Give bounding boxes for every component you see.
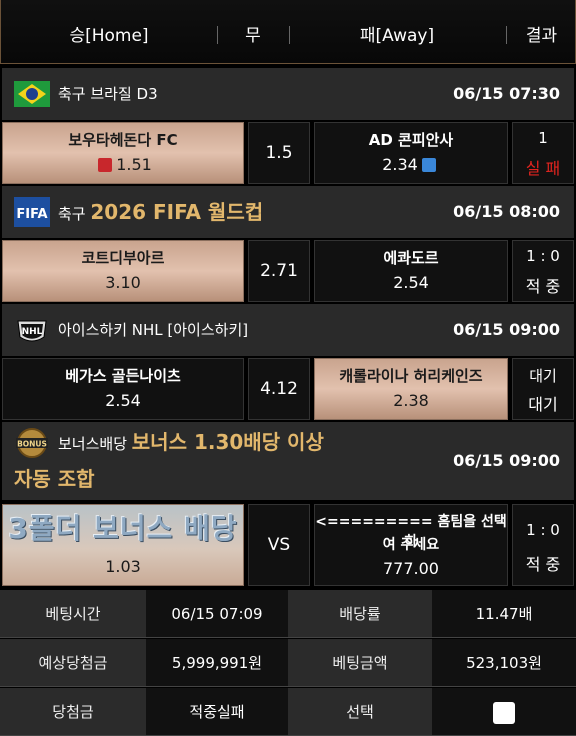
match-row: 코트디부아르 3.10 2.71 에콰도르 2.54 1 : 0 적 중	[0, 240, 576, 302]
league-name: 축구 2026 FIFA 월드컵	[58, 200, 264, 224]
away-odds: 2.54	[393, 273, 429, 292]
select-cell	[432, 688, 576, 736]
away-team-name: 에콰도르	[383, 249, 439, 267]
vs-label: VS	[248, 504, 310, 586]
header-result: 결과	[525, 26, 558, 46]
expected-winnings-label: 예상당첨금	[0, 639, 146, 687]
result-status: 대기	[528, 395, 558, 414]
draw-odds-button[interactable]: 4.12	[248, 358, 310, 420]
match-datetime: 06/15 09:00	[453, 320, 560, 339]
select-label: 선택	[288, 688, 432, 736]
fifa-logo-icon: FIFA	[14, 197, 50, 227]
league-name-continued: 자동 조합	[14, 467, 95, 491]
odds-down-icon	[421, 158, 436, 172]
bet-amount-value: 523,103원	[432, 639, 576, 687]
match-header: FIFA 축구 2026 FIFA 월드컵 06/15 08:00	[2, 186, 574, 238]
home-odds: 1.51	[116, 155, 152, 174]
league-name: 아이스하키 NHL [아이스하키]	[58, 321, 249, 339]
bet-summary: 베팅시간 06/15 07:09 배당률 11.47배 예상당첨금 5,999,…	[0, 590, 576, 736]
home-team-name: 베가스 골든나이츠	[65, 367, 181, 385]
bonus-banner: 3폴더 보너스 배당	[8, 512, 238, 545]
bet-time-value: 06/15 07:09	[146, 590, 288, 638]
home-team-name: 코트디부아르	[81, 249, 165, 267]
odds-up-icon	[98, 158, 113, 172]
match-row: 베가스 골든나이츠 2.54 4.12 캐롤라이나 허리케인즈 2.38 대기 …	[0, 358, 576, 420]
match-result: 대기 대기	[512, 358, 574, 420]
svg-text:FIFA: FIFA	[16, 207, 47, 222]
match-row: 보우타헤돈다 FC 1.51 1.5 AD 콘피안사 2.34 1 실 패	[0, 122, 576, 184]
draw-odds-button[interactable]: 2.71	[248, 240, 310, 302]
league-name: 축구 브라질 D3	[58, 85, 158, 103]
match-header: 축구 브라질 D3 06/15 07:30	[2, 68, 574, 120]
home-odds-button[interactable]: 베가스 골든나이츠 2.54	[2, 358, 244, 420]
match-row: 3폴더 보너스 배당 1.03 VS <========= 홈팀을 선택하 여 …	[0, 504, 576, 586]
away-team-name: AD 콘피안사	[368, 131, 454, 149]
odds-label: 배당률	[288, 590, 432, 638]
select-checkbox[interactable]	[493, 701, 515, 724]
svg-text:NHL: NHL	[22, 327, 43, 337]
league-name: 보너스배당 보너스 1.30배당 이상	[58, 430, 324, 454]
match-result: 1 : 0 적 중	[512, 504, 574, 586]
home-odds-button[interactable]: 3폴더 보너스 배당 1.03	[2, 504, 244, 586]
brazil-flag-icon	[14, 81, 50, 107]
match-datetime: 06/15 08:00	[453, 202, 560, 221]
result-status: 적 중	[525, 555, 561, 574]
home-odds-button[interactable]: 보우타헤돈다 FC 1.51	[2, 122, 244, 184]
table-header: 승[Home] 무 패[Away] 결과	[0, 0, 576, 64]
home-odds-button[interactable]: 코트디부아르 3.10	[2, 240, 244, 302]
match-header: NHL 아이스하키 NHL [아이스하키] 06/15 09:00	[2, 304, 574, 356]
home-team-name: 보우타헤돈다 FC	[68, 131, 178, 149]
draw-odds-button[interactable]: 1.5	[248, 122, 310, 184]
match-result: 1 : 0 적 중	[512, 240, 574, 302]
match-header: BONUS 보너스배당 보너스 1.30배당 이상 자동 조합 06/15 09…	[2, 422, 574, 500]
away-odds: 2.38	[393, 391, 429, 410]
away-odds: 2.34	[382, 155, 418, 174]
home-odds: 1.03	[105, 557, 141, 576]
result-status: 실 패	[525, 159, 561, 178]
away-odds-button[interactable]: 캐롤라이나 허리케인즈 2.38	[314, 358, 508, 420]
away-odds-button[interactable]: 에콰도르 2.54	[314, 240, 508, 302]
match-datetime: 06/15 07:30	[453, 84, 560, 103]
match-result: 1 실 패	[512, 122, 574, 184]
home-odds: 2.54	[105, 391, 141, 410]
bet-amount-label: 베팅금액	[288, 639, 432, 687]
expected-winnings-value: 5,999,991원	[146, 639, 288, 687]
match-datetime: 06/15 09:00	[453, 451, 560, 470]
header-home: 승[Home]	[69, 26, 149, 46]
away-instruction-continued: 여 주세요	[382, 537, 440, 553]
away-odds-button[interactable]: <========= 홈팀을 선택하 여 주세요 777.00	[314, 504, 508, 586]
header-away: 패[Away]	[359, 26, 435, 46]
away-odds-button[interactable]: AD 콘피안사 2.34	[314, 122, 508, 184]
nhl-logo-icon: NHL	[17, 320, 47, 342]
winnings-label: 당첨금	[0, 688, 146, 736]
away-team-name: 캐롤라이나 허리케인즈	[339, 367, 483, 385]
away-odds: 777.00	[383, 559, 439, 578]
svg-text:BONUS: BONUS	[17, 440, 47, 449]
result-status: 적 중	[525, 277, 561, 296]
bet-time-label: 베팅시간	[0, 590, 146, 638]
home-odds: 3.10	[105, 273, 141, 292]
bonus-badge-icon: BONUS	[16, 428, 48, 458]
odds-value: 11.47배	[432, 590, 576, 638]
header-draw: 무	[245, 26, 261, 46]
winnings-value: 적중실패	[146, 688, 288, 736]
